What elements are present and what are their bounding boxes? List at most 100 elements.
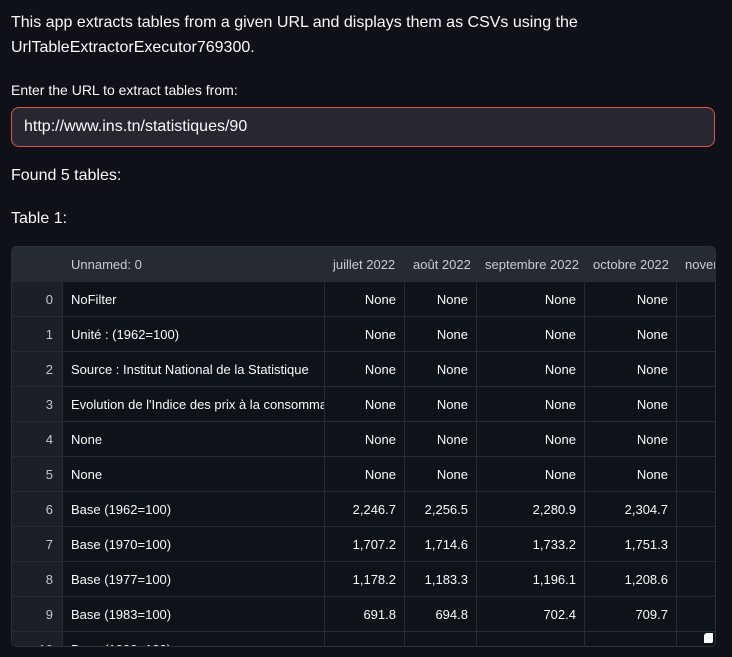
index-cell[interactable]: 0	[12, 282, 63, 317]
value-cell[interactable]: 1,707.2	[325, 527, 405, 562]
value-cell[interactable]: None	[477, 457, 585, 492]
name-cell[interactable]: None	[63, 422, 325, 457]
value-cell[interactable]: 694.8	[405, 597, 477, 632]
value-cell[interactable]	[585, 632, 677, 647]
value-cell[interactable]	[677, 457, 716, 492]
index-cell[interactable]: 4	[12, 422, 63, 457]
table-row: 8Base (1977=100)1,178.21,183.31,196.11,2…	[12, 562, 716, 597]
name-cell[interactable]: Base (1990=100)	[63, 632, 325, 647]
value-cell[interactable]: None	[585, 387, 677, 422]
value-cell[interactable]: None	[585, 352, 677, 387]
value-cell[interactable]: 1,751.3	[585, 527, 677, 562]
index-cell[interactable]: 10	[12, 632, 63, 647]
index-cell[interactable]: 7	[12, 527, 63, 562]
table-row: 7Base (1970=100)1,707.21,714.61,733.21,7…	[12, 527, 716, 562]
value-cell[interactable]	[477, 632, 585, 647]
name-cell[interactable]: None	[63, 457, 325, 492]
value-cell[interactable]: None	[405, 317, 477, 352]
index-cell[interactable]: 9	[12, 597, 63, 632]
value-cell[interactable]: 691.8	[325, 597, 405, 632]
value-cell[interactable]: None	[477, 317, 585, 352]
name-cell[interactable]: Source : Institut National de la Statist…	[63, 352, 325, 387]
value-cell[interactable]	[677, 317, 716, 352]
value-cell[interactable]	[677, 422, 716, 457]
index-cell[interactable]: 1	[12, 317, 63, 352]
table-row: 2Source : Institut National de la Statis…	[12, 352, 716, 387]
value-cell[interactable]: None	[477, 422, 585, 457]
index-cell[interactable]: 6	[12, 492, 63, 527]
table-body: 0NoFilterNoneNoneNoneNone1Unité : (1962=…	[12, 282, 716, 647]
name-cell[interactable]: Base (1962=100)	[63, 492, 325, 527]
value-cell[interactable]: None	[477, 352, 585, 387]
table-row: 6Base (1962=100)2,246.72,256.52,280.92,3…	[12, 492, 716, 527]
name-cell[interactable]: Evolution de l'Indice des prix à la cons…	[63, 387, 325, 422]
name-cell[interactable]: NoFilter	[63, 282, 325, 317]
value-cell[interactable]: 1,178.2	[325, 562, 405, 597]
value-cell[interactable]	[677, 562, 716, 597]
index-cell[interactable]: 8	[12, 562, 63, 597]
value-cell[interactable]	[677, 492, 716, 527]
value-cell[interactable]: 2,280.9	[477, 492, 585, 527]
value-cell[interactable]: None	[325, 422, 405, 457]
value-cell[interactable]: 702.4	[477, 597, 585, 632]
value-cell[interactable]: None	[405, 457, 477, 492]
value-cell[interactable]: None	[477, 282, 585, 317]
column-header-cell[interactable]: octobre 2022	[585, 247, 677, 282]
table-row: 0NoFilterNoneNoneNoneNone	[12, 282, 716, 317]
value-cell[interactable]: 1,733.2	[477, 527, 585, 562]
found-tables-text: Found 5 tables:	[11, 166, 715, 185]
column-header-cell[interactable]: novembre 2022	[677, 247, 716, 282]
value-cell[interactable]	[325, 632, 405, 647]
value-cell[interactable]	[677, 387, 716, 422]
value-cell[interactable]	[677, 527, 716, 562]
resize-handle-icon[interactable]	[704, 633, 713, 643]
value-cell[interactable]: None	[585, 422, 677, 457]
value-cell[interactable]: None	[325, 457, 405, 492]
column-header-cell[interactable]: Unnamed: 0	[63, 247, 325, 282]
value-cell[interactable]: 1,196.1	[477, 562, 585, 597]
value-cell[interactable]: None	[325, 317, 405, 352]
value-cell[interactable]: None	[405, 422, 477, 457]
value-cell[interactable]: 1,208.6	[585, 562, 677, 597]
value-cell[interactable]: None	[405, 387, 477, 422]
name-cell[interactable]: Unité : (1962=100)	[63, 317, 325, 352]
header-row: Unnamed: 0juillet 2022août 2022septembre…	[12, 247, 716, 282]
value-cell[interactable]: None	[585, 457, 677, 492]
index-cell[interactable]: 2	[12, 352, 63, 387]
value-cell[interactable]: 2,246.7	[325, 492, 405, 527]
value-cell[interactable]	[677, 282, 716, 317]
column-header-cell[interactable]: septembre 2022	[477, 247, 585, 282]
url-input[interactable]	[11, 107, 715, 147]
value-cell[interactable]: None	[325, 387, 405, 422]
value-cell[interactable]: None	[325, 352, 405, 387]
value-cell[interactable]: None	[325, 282, 405, 317]
name-cell[interactable]: Base (1977=100)	[63, 562, 325, 597]
value-cell[interactable]	[677, 352, 716, 387]
column-header-cell[interactable]: juillet 2022	[325, 247, 405, 282]
value-cell[interactable]: 2,304.7	[585, 492, 677, 527]
name-cell[interactable]: Base (1970=100)	[63, 527, 325, 562]
column-header-cell[interactable]: août 2022	[405, 247, 477, 282]
value-cell[interactable]: None	[585, 317, 677, 352]
value-cell[interactable]: 1,183.3	[405, 562, 477, 597]
table-header: Unnamed: 0juillet 2022août 2022septembre…	[12, 247, 716, 282]
data-table: Unnamed: 0juillet 2022août 2022septembre…	[12, 247, 716, 647]
table-row: 3Evolution de l'Indice des prix à la con…	[12, 387, 716, 422]
value-cell[interactable]: None	[405, 282, 477, 317]
value-cell[interactable]	[677, 597, 716, 632]
value-cell[interactable]: 709.7	[585, 597, 677, 632]
app-container: This app extracts tables from a given UR…	[0, 0, 732, 647]
value-cell[interactable]: None	[405, 352, 477, 387]
index-cell[interactable]: 5	[12, 457, 63, 492]
table-row: 9Base (1983=100)691.8694.8702.4709.7	[12, 597, 716, 632]
table-row: 1Unité : (1962=100)NoneNoneNoneNone	[12, 317, 716, 352]
value-cell[interactable]: 1,714.6	[405, 527, 477, 562]
value-cell[interactable]	[405, 632, 477, 647]
intro-text: This app extracts tables from a given UR…	[11, 10, 715, 60]
value-cell[interactable]: 2,256.5	[405, 492, 477, 527]
value-cell[interactable]: None	[477, 387, 585, 422]
name-cell[interactable]: Base (1983=100)	[63, 597, 325, 632]
value-cell[interactable]: None	[585, 282, 677, 317]
index-cell[interactable]: 3	[12, 387, 63, 422]
index-header-cell[interactable]	[12, 247, 63, 282]
